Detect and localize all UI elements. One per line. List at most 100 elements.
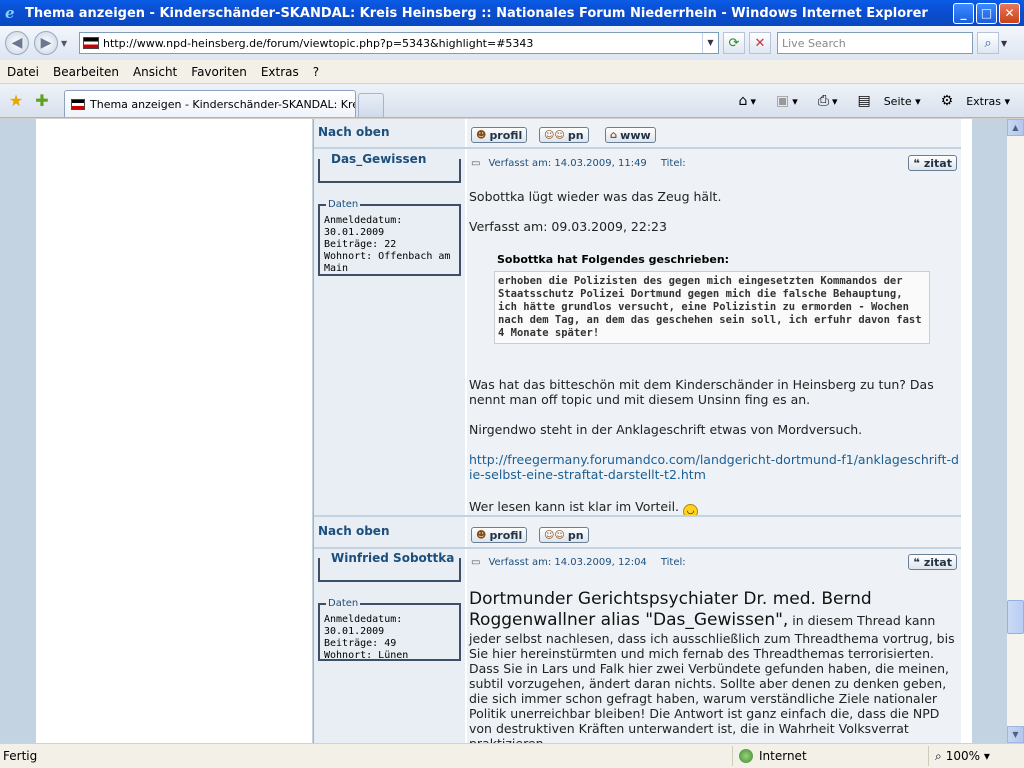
add-favorites-icon[interactable]: ✚ — [32, 89, 52, 111]
address-dropdown-icon[interactable]: ▼ — [702, 33, 718, 53]
quote-header: Sobottka hat Folgendes geschrieben: — [497, 253, 730, 266]
post-paragraph: Was hat das bitteschön mit dem Kindersch… — [469, 377, 934, 407]
nach-oben-link[interactable]: Nach oben — [318, 125, 390, 139]
address-field[interactable]: http://www.npd-heinsberg.de/forum/viewto… — [79, 32, 719, 54]
zitat-label: zitat — [923, 156, 952, 170]
menu-datei[interactable]: Datei — [0, 65, 46, 79]
menu-bearbeiten[interactable]: Bearbeiten — [46, 65, 126, 79]
author-details: Daten Anmeldedatum: 30.01.2009 Beiträge:… — [318, 199, 461, 276]
search-placeholder: Live Search — [782, 36, 846, 50]
page-viewport: Nach oben ☻ profil ☺☺ pn ⌂ www Das_Gewissen… — [0, 119, 1007, 743]
tab-bar: ★ ✚ Thema anzeigen - Kinderschänder-SKAN… — [0, 84, 1024, 118]
pn-label: pn — [567, 528, 584, 542]
profil-button[interactable]: ☻ profil — [471, 527, 528, 543]
daten-label: Daten — [326, 598, 361, 610]
quote-icon: ❝ — [913, 555, 920, 569]
author-box: Winfried Sobottka — [318, 551, 461, 582]
menu-favoriten[interactable]: Favoriten — [184, 65, 254, 79]
post-header: ▭ Verfasst am: 14.03.2009, 11:49 Titel: — [471, 158, 686, 169]
zoom-level: 100% — [945, 749, 981, 763]
stop-button[interactable]: ✕ — [749, 32, 771, 54]
close-button[interactable]: ✕ — [999, 2, 1020, 24]
title-label: Titel: — [660, 158, 686, 169]
tab-label: Thema anzeigen - Kinderschänder-SKANDAL:… — [90, 97, 355, 111]
post-paragraph: in diesem Thread kann jeder selbst nachl… — [469, 613, 955, 743]
post-header: ▭ Verfasst am: 14.03.2009, 12:04 Titel: — [471, 557, 686, 568]
author-name[interactable]: Das_Gewissen — [328, 152, 430, 166]
post-paragraph: Wer lesen kann ist klar im Vorteil. — [469, 499, 680, 514]
tools-menu-label: Extras — [966, 94, 1001, 108]
page-icon: ▤ — [857, 93, 871, 109]
zoom-control[interactable]: ⌕ 100% ▾ — [928, 746, 1024, 766]
quote-button[interactable]: ❝ zitat — [908, 554, 957, 570]
ie-logo-icon: e — [5, 4, 15, 22]
menu-extras[interactable]: Extras — [254, 65, 306, 79]
www-button[interactable]: ⌂ www — [605, 127, 656, 143]
status-text: Fertig — [3, 749, 38, 763]
profil-button[interactable]: ☻ profil — [471, 127, 528, 143]
search-icon[interactable]: ⌕ — [977, 32, 999, 54]
minimize-button[interactable]: _ — [953, 2, 974, 24]
left-spacer-column — [36, 119, 312, 743]
refresh-button[interactable]: ⟳ — [723, 32, 745, 54]
forward-button[interactable]: ▶ — [34, 31, 58, 55]
favorites-star-icon[interactable]: ★ — [6, 89, 26, 111]
post-paragraph: Sobottka lügt wieder was das Zeug hält. — [469, 189, 722, 204]
vertical-scrollbar[interactable]: ▲ ▼ — [1007, 119, 1024, 743]
page-menu-label: Seite — [883, 94, 912, 108]
window-title: Thema anzeigen - Kinderschänder-SKANDAL:… — [25, 5, 928, 21]
tab-favicon-icon — [71, 98, 85, 110]
zone-label: Internet — [759, 749, 807, 763]
pn-button[interactable]: ☺☺ pn — [539, 127, 589, 143]
search-input[interactable]: Live Search — [777, 32, 973, 54]
pn-label: pn — [567, 128, 584, 142]
right-spacer-column — [960, 119, 972, 743]
post-date: Verfasst am: 14.03.2009, 12:04 — [488, 557, 647, 568]
globe-icon — [739, 749, 753, 763]
location: Wohnort: Lünen — [324, 650, 409, 661]
home-icon: ⌂ — [610, 129, 618, 141]
scroll-up-icon[interactable]: ▲ — [1007, 119, 1024, 136]
zoom-icon: ⌕ — [935, 748, 942, 763]
post-body: Sobottka lügt wieder was das Zeug hält. … — [469, 189, 959, 519]
scroll-down-icon[interactable]: ▼ — [1007, 726, 1024, 743]
scroll-thumb[interactable] — [1007, 600, 1024, 634]
author-name[interactable]: Winfried Sobottka — [328, 551, 458, 565]
address-url[interactable]: http://www.npd-heinsberg.de/forum/viewto… — [103, 37, 702, 50]
registration-label: Anmeldedatum: — [324, 215, 403, 226]
print-button[interactable]: ⎙ ▾ — [808, 93, 838, 109]
quote-button[interactable]: ❝ zitat — [908, 155, 957, 171]
pm-icon: ☺☺ — [544, 129, 565, 141]
pn-button[interactable]: ☺☺ pn — [539, 527, 589, 543]
home-button[interactable]: ⌂ ▾ — [729, 93, 756, 109]
new-tab-button[interactable] — [358, 93, 384, 117]
pm-icon: ☺☺ — [544, 529, 565, 541]
page-menu-button[interactable]: ▤ Seite ▾ — [847, 93, 920, 109]
author-box: Das_Gewissen — [318, 152, 461, 183]
profile-icon: ☻ — [476, 129, 487, 141]
quote-icon: ❝ — [913, 156, 920, 170]
external-link[interactable]: http://freegermany.forumandco.com/landge… — [469, 452, 959, 482]
title-label: Titel: — [660, 557, 686, 568]
search-options-icon[interactable]: ▼ — [1001, 39, 1007, 48]
menu-bar: Datei Bearbeiten Ansicht Favoriten Extra… — [0, 60, 1024, 84]
profile-icon: ☻ — [476, 529, 487, 541]
post-icon: ▭ — [471, 158, 481, 169]
tab-active[interactable]: Thema anzeigen - Kinderschänder-SKANDAL:… — [64, 90, 356, 117]
back-button[interactable]: ◀ — [5, 31, 29, 55]
www-label: www — [620, 128, 651, 142]
status-bar: Fertig Internet ⌕ 100% ▾ — [0, 743, 1024, 768]
nach-oben-link[interactable]: Nach oben — [318, 524, 390, 538]
maximize-button[interactable]: □ — [976, 2, 997, 24]
printer-icon: ⎙ — [817, 93, 829, 109]
menu-ansicht[interactable]: Ansicht — [126, 65, 184, 79]
tools-menu-button[interactable]: ⚙ Extras ▾ — [931, 93, 1010, 109]
profil-label: profil — [489, 128, 523, 142]
history-dropdown-icon[interactable]: ▼ — [61, 39, 71, 48]
quote-block: erhoben die Polizisten des gegen mich ei… — [494, 271, 930, 344]
feeds-button[interactable]: ▣ ▾ — [766, 93, 798, 109]
profil-label: profil — [489, 528, 523, 542]
menu-help[interactable]: ? — [306, 65, 326, 79]
security-zone: Internet — [732, 746, 928, 766]
registration-date: 30.01.2009 — [324, 626, 385, 637]
